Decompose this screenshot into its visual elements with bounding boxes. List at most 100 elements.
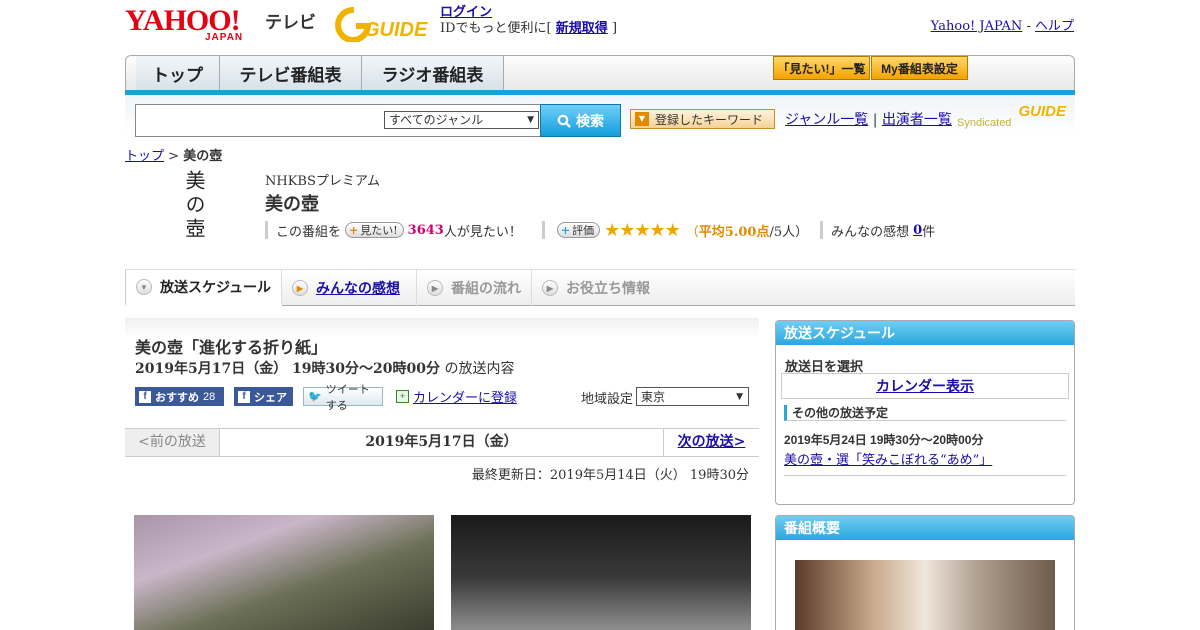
tab-program-flow[interactable]: ▶ 番組の流れ (417, 270, 532, 306)
login-prompt-prefix: IDでもっと便利に[ (440, 21, 552, 36)
search-button-label: 検索 (576, 112, 604, 129)
region-select-value: 東京 (641, 390, 666, 404)
episode-photo-origami-figures (134, 515, 434, 630)
next-episode-link[interactable]: 美の壺・選「笑みこぼれる“あめ”」 (784, 449, 992, 468)
genre-links-divider: | (872, 112, 878, 128)
program-title: 美の壺 (265, 194, 319, 215)
breadcrumb-current: 美の壺 (183, 149, 223, 164)
help-link[interactable]: ヘルプ (1035, 19, 1074, 34)
genre-list-link[interactable]: ジャンル一覧 (785, 112, 868, 128)
want-count: 3643 (407, 222, 444, 238)
next-broadcast-link[interactable]: 次の放送> (678, 434, 746, 450)
chevron-down-icon: ▼ (136, 279, 152, 295)
nav-tab-tv-label: テレビ番組表 (239, 65, 342, 85)
channel-name: NHKBSプレミアム (265, 174, 380, 189)
facebook-share-button[interactable]: f シェア (234, 387, 293, 406)
syndicated-logo: GUIDE (1018, 103, 1067, 120)
triangle-down-icon: ▼ (635, 112, 649, 126)
breadcrumb: トップ > 美の壺 (125, 145, 222, 164)
chevron-right-icon: ▶ (542, 280, 558, 296)
yahoo-japan-link[interactable]: Yahoo! JAPAN (931, 19, 1023, 34)
tab-schedule[interactable]: ▼ 放送スケジュール (125, 270, 282, 306)
calendar-display-link[interactable]: カレンダー表示 (876, 378, 974, 394)
cast-list-link[interactable]: 出演者一覧 (882, 112, 952, 128)
twitter-bird-icon: 🐦 (308, 391, 322, 403)
nav-tab-radio-label: ラジオ番組表 (381, 65, 484, 85)
want-suffix: 人が見たい！ (443, 224, 522, 240)
tweet-button[interactable]: 🐦 ツイートする (303, 384, 383, 412)
episode-datetime-line: 2019年5月17日（金） 19時30分～20時00分 の放送内容 (135, 358, 514, 378)
plus-icon: + (349, 223, 359, 237)
gguide-logo-icon: GUIDE (335, 6, 428, 43)
syndicated-text: Syndicated (957, 117, 1012, 129)
stats-divider (265, 221, 268, 239)
current-date: 2019年5月17日（金） (365, 434, 518, 450)
login-link[interactable]: ログイン (440, 5, 492, 20)
tab-schedule-label: 放送スケジュール (160, 279, 272, 295)
login-prompt-suffix: ] (611, 21, 618, 36)
my-schedule-label: My番組表設定 (881, 61, 958, 76)
prev-broadcast-button[interactable]: <前の放送 (125, 429, 220, 456)
registered-keyword-label: 登録したキーワード (655, 112, 764, 127)
japan-logo-text: JAPAN (205, 32, 244, 43)
facebook-icon: f (238, 390, 250, 403)
program-logo-text: 美の壺 (182, 170, 206, 242)
my-schedule-button[interactable]: My番組表設定 (871, 56, 968, 80)
sidebar-schedule-title: 放送スケジュール (776, 321, 1074, 345)
rate-button[interactable]: + 評価 (556, 222, 601, 238)
want-button[interactable]: + 見たい! (345, 222, 404, 238)
signup-link[interactable]: 新規取得 (556, 21, 608, 36)
rate-button-label: 評価 (572, 224, 595, 237)
other-schedule-title: その他の放送予定 (784, 405, 1066, 421)
search-button[interactable]: 検索 (540, 104, 621, 137)
dropdown-arrow-icon: ▼ (527, 115, 534, 125)
sidebar-divider (784, 475, 1066, 476)
tab-useful-info-label: お役立ち情報 (566, 280, 650, 296)
tab-program-flow-label: 番組の流れ (451, 280, 521, 296)
calendar-register[interactable]: + カレンダーに登録 (392, 387, 522, 406)
calendar-display-button[interactable]: カレンダー表示 (781, 373, 1069, 399)
date-navigation: <前の放送 2019年5月17日（金） 次の放送> (125, 428, 759, 457)
comments-count[interactable]: 0 (913, 223, 922, 238)
genre-links: ジャンル一覧 | 出演者一覧 (785, 109, 952, 129)
breadcrumb-separator: > (168, 149, 180, 164)
recommend-count: 28 (203, 390, 216, 403)
tab-useful-info[interactable]: ▶ お役立ち情報 (532, 270, 662, 306)
overview-photo-host (795, 560, 1055, 630)
nav-tab-top[interactable]: トップ (136, 56, 220, 90)
yahoo-japan-logo[interactable]: YAHOO! JAPAN (125, 6, 263, 44)
top-links-separator: - (1026, 19, 1031, 34)
want-list-label: 「見たい!」一覧 (777, 61, 866, 76)
gguide-logo[interactable]: GUIDE (334, 6, 432, 43)
rating-average: 平均5.00点 (698, 224, 770, 240)
next-broadcast-button[interactable]: 次の放送> (663, 429, 759, 456)
facebook-icon: f (139, 390, 151, 403)
program-tabs: ▼ 放送スケジュール ▶ みんなの感想 ▶ 番組の流れ ▶ お役立ち情報 (125, 269, 1075, 306)
tab-comments-label: みんなの感想 (316, 280, 400, 296)
stats-divider (820, 221, 824, 239)
prev-broadcast-label: <前の放送 (138, 434, 206, 450)
last-updated: 最終更新日：2019年5月14日（火） 19時30分 (471, 468, 749, 483)
dropdown-arrow-icon: ▼ (736, 392, 743, 402)
comments-unit: 件 (922, 224, 936, 240)
tab-comments[interactable]: ▶ みんなの感想 (282, 270, 417, 306)
registered-keyword-button[interactable]: ▼ 登録したキーワード (630, 109, 775, 129)
nav-tab-radio-schedule[interactable]: ラジオ番組表 (362, 56, 504, 90)
want-list-button[interactable]: 「見たい!」一覧 (773, 56, 870, 80)
breadcrumb-home-link[interactable]: トップ (125, 149, 164, 164)
genre-select[interactable]: すべてのジャンル ▼ (384, 111, 539, 129)
stats-divider (541, 221, 545, 239)
program-logo: 美の壺 (170, 170, 215, 245)
genre-select-value: すべてのジャンル (389, 113, 484, 127)
rating-count: /5人） (769, 224, 809, 240)
chevron-right-icon: ▶ (292, 280, 308, 296)
region-select[interactable]: 東京 ▼ (636, 387, 749, 406)
plus-icon: + (560, 223, 571, 237)
nav-tab-tv-schedule[interactable]: テレビ番組表 (220, 56, 362, 90)
calendar-add-icon: + (396, 390, 409, 403)
tv-logo-text: テレビ (265, 13, 316, 32)
want-prefix: この番組を (276, 224, 342, 240)
calendar-register-link[interactable]: カレンダーに登録 (413, 387, 517, 406)
facebook-recommend-button[interactable]: f おすすめ 28 (135, 387, 224, 406)
episode-photo-folded-paper (451, 515, 751, 630)
